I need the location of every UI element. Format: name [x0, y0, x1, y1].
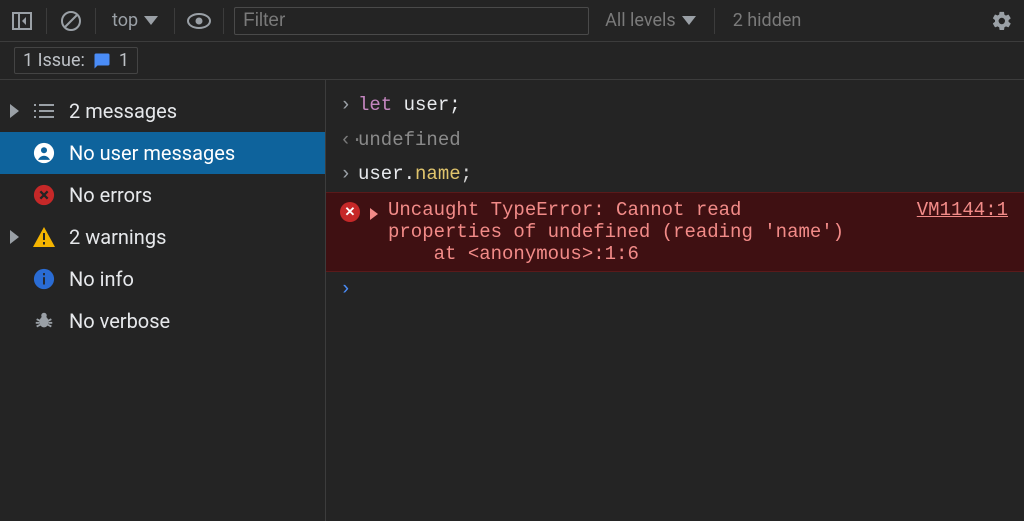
error-icon: ✕ — [340, 202, 360, 222]
sidebar-item-messages[interactable]: 2 messages — [0, 90, 325, 132]
message-icon — [93, 52, 111, 70]
sidebar-item-info[interactable]: No info — [0, 258, 325, 300]
sidebar-item-errors[interactable]: No errors — [0, 174, 325, 216]
clear-console-button[interactable] — [57, 7, 85, 35]
error-icon — [31, 182, 57, 208]
sidebar-item-label: 2 messages — [69, 99, 177, 123]
disclosure-triangle-icon[interactable] — [370, 208, 378, 220]
disclosure-triangle-icon — [10, 104, 19, 118]
sidebar-item-label: No verbose — [69, 309, 170, 333]
console-input-row[interactable]: › user.name; — [326, 157, 1024, 192]
prompt-in-icon: › — [340, 278, 351, 300]
console-settings-button[interactable] — [988, 7, 1016, 35]
toggle-sidebar-button[interactable] — [8, 7, 36, 35]
console-output: › let user; ‹· undefined › user.name; ✕ … — [326, 80, 1024, 521]
context-label: top — [112, 10, 138, 31]
context-selector[interactable]: top — [106, 10, 164, 31]
console-error-row[interactable]: ✕ Uncaught TypeError: Cannot read proper… — [326, 192, 1024, 272]
hidden-messages-count[interactable]: 2 hidden — [725, 10, 810, 31]
filter-input[interactable] — [234, 7, 589, 35]
live-expression-button[interactable] — [185, 7, 213, 35]
console-result-row: ‹· undefined — [326, 123, 1024, 158]
issues-bar: 1 Issue: 1 — [0, 42, 1024, 80]
info-icon — [31, 266, 57, 292]
main-area: 2 messages No user messages — [0, 80, 1024, 521]
sidebar-item-label: No user messages — [69, 141, 235, 165]
sidebar: 2 messages No user messages — [0, 80, 326, 521]
sidebar-item-label: No info — [69, 267, 134, 291]
sidebar-item-verbose[interactable]: No verbose — [0, 300, 325, 342]
console-toolbar: top All levels 2 hidden — [0, 0, 1024, 42]
prompt-in-icon: › — [340, 91, 358, 120]
chevron-down-icon — [682, 16, 696, 25]
prompt-in-icon: › — [340, 160, 358, 189]
issues-label: 1 Issue: — [23, 50, 85, 71]
console-prompt[interactable]: › — [326, 272, 1024, 306]
sidebar-item-label: 2 warnings — [69, 225, 166, 249]
chevron-down-icon — [144, 16, 158, 25]
sidebar-item-user-messages[interactable]: No user messages — [0, 132, 325, 174]
console-code: user.name; — [358, 160, 472, 189]
log-levels-selector[interactable]: All levels — [597, 10, 704, 31]
issues-count: 1 — [119, 50, 129, 71]
console-code: let user; — [358, 91, 461, 120]
error-source-link[interactable]: VM1144:1 — [917, 199, 1008, 221]
console-result: undefined — [358, 126, 461, 155]
prompt-out-icon: ‹· — [340, 126, 358, 155]
console-input-row[interactable]: › let user; — [326, 88, 1024, 123]
warning-icon — [31, 224, 57, 250]
person-icon — [31, 140, 57, 166]
sidebar-item-warnings[interactable]: 2 warnings — [0, 216, 325, 258]
sidebar-item-label: No errors — [69, 183, 152, 207]
disclosure-triangle-icon — [10, 230, 19, 244]
issues-button[interactable]: 1 Issue: 1 — [14, 47, 138, 74]
levels-label: All levels — [605, 10, 676, 31]
bug-icon — [31, 308, 57, 334]
list-icon — [31, 98, 57, 124]
